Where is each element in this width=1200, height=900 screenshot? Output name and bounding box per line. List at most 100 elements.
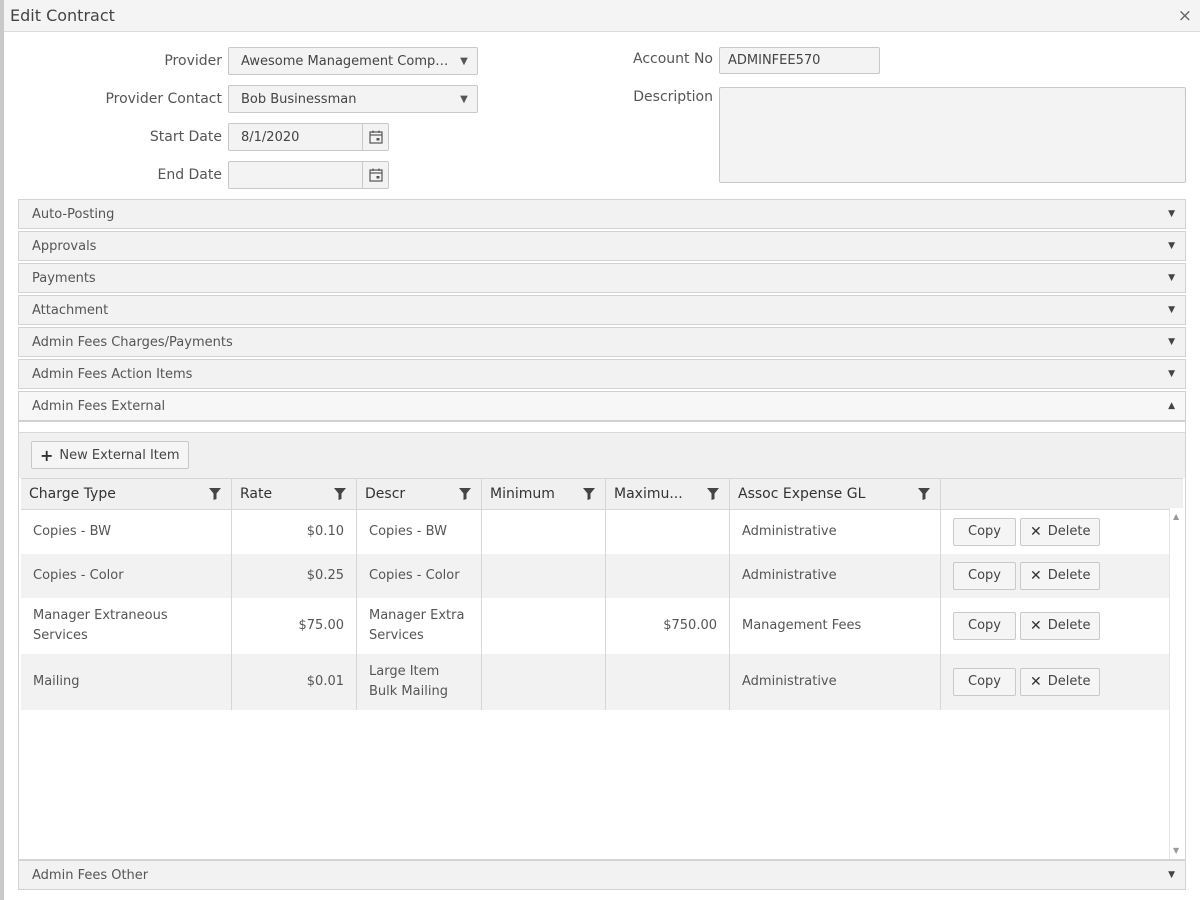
chevron-down-icon: ▼ [1168,273,1175,283]
chevron-down-icon: ▼ [1168,305,1175,315]
filter-icon[interactable] [918,488,930,500]
column-header-label: Minimum [490,486,555,502]
delete-label: Delete [1047,618,1091,633]
description-label: Description [633,89,713,105]
title-bar: Edit Contract × [4,0,1200,32]
grid-header: Charge Type Rate Descr Minimum Maximu...… [21,478,1183,510]
calendar-icon[interactable] [362,124,388,150]
cell-descr: Large Item Bulk Mailing [357,654,482,710]
section-label: Admin Fees External [32,398,166,414]
cell-minimum [482,510,606,554]
section-label: Approvals [32,238,97,254]
section-payments[interactable]: Payments ▼ [18,263,1186,293]
account-no-label: Account No [632,51,713,67]
section-label: Attachment [32,302,109,318]
calendar-icon[interactable] [362,162,388,188]
section-attachment[interactable]: Attachment ▼ [18,295,1186,325]
filter-icon[interactable] [583,488,595,500]
delete-button[interactable]: ✕ Delete [1020,668,1101,696]
cell-actions: Copy ✕ Delete [941,554,1165,598]
section-label: Payments [32,270,96,286]
section-admin-fees-action-items[interactable]: Admin Fees Action Items ▼ [18,359,1186,389]
new-external-item-button[interactable]: + New External Item [31,441,189,469]
provider-label: Provider [164,53,222,69]
filter-icon[interactable] [459,488,471,500]
close-icon[interactable]: × [1178,6,1194,26]
provider-value: Awesome Management Compan... [241,53,451,69]
copy-button[interactable]: Copy [953,612,1016,640]
new-external-item-label: New External Item [59,447,180,463]
section-approvals[interactable]: Approvals ▼ [18,231,1186,261]
cell-maximum [606,654,730,710]
scroll-up-icon[interactable]: ▲ [1173,512,1179,521]
end-date-input[interactable] [228,161,389,189]
edit-contract-dialog: Edit Contract × Provider Awesome Managem… [0,0,1200,900]
close-icon: ✕ [1030,618,1042,634]
cell-rate: $0.25 [232,554,357,598]
cell-minimum [482,554,606,598]
column-header-rate[interactable]: Rate [232,479,357,509]
cell-minimum [482,598,606,654]
section-admin-fees-external[interactable]: Admin Fees External ▲ [18,391,1186,421]
section-label: Auto-Posting [32,206,115,222]
column-header-assoc-expense-gl[interactable]: Assoc Expense GL [730,479,941,509]
column-header-descr[interactable]: Descr [357,479,482,509]
delete-button[interactable]: ✕ Delete [1020,518,1101,546]
grid-scrollbar[interactable]: ▲ ▼ [1169,508,1185,859]
section-label: Admin Fees Other [32,867,149,883]
cell-charge-type: Mailing [21,654,232,710]
chevron-down-icon: ▼ [1168,209,1175,219]
filter-icon[interactable] [209,488,221,500]
copy-button[interactable]: Copy [953,668,1016,696]
cell-maximum [606,510,730,554]
column-header-label: Assoc Expense GL [738,486,866,502]
section-auto-posting[interactable]: Auto-Posting ▼ [18,199,1186,229]
start-date-input[interactable]: 8/1/2020 [228,123,389,151]
provider-contact-label: Provider Contact [105,91,222,107]
copy-button[interactable]: Copy [953,562,1016,590]
dialog-title: Edit Contract [10,6,115,25]
chevron-down-icon: ▼ [1168,870,1175,880]
filter-icon[interactable] [334,488,346,500]
delete-button[interactable]: ✕ Delete [1020,612,1101,640]
cell-descr: Copies - BW [357,510,482,554]
section-admin-fees-charges-payments[interactable]: Admin Fees Charges/Payments ▼ [18,327,1186,357]
cell-assoc-expense-gl: Management Fees [730,598,941,654]
description-value [720,88,1185,98]
close-icon: ✕ [1030,568,1042,584]
chevron-down-icon: ▼ [1168,369,1175,379]
cell-assoc-expense-gl: Administrative [730,654,941,710]
account-no-input[interactable]: ADMINFEE570 [719,47,880,74]
provider-select[interactable]: Awesome Management Compan... ▼ [228,47,478,75]
section-admin-fees-other[interactable]: Admin Fees Other ▼ [18,860,1186,890]
chevron-down-icon: ▼ [1168,241,1175,251]
delete-label: Delete [1047,674,1091,689]
close-icon: ✕ [1030,674,1042,690]
end-date-label: End Date [157,167,222,183]
cell-actions: Copy ✕ Delete [941,510,1165,554]
filter-icon[interactable] [707,488,719,500]
delete-button[interactable]: ✕ Delete [1020,562,1101,590]
provider-contact-select[interactable]: Bob Businessman ▼ [228,85,478,113]
scroll-down-icon[interactable]: ▼ [1173,846,1179,855]
cell-maximum: $750.00 [606,598,730,654]
cell-rate: $75.00 [232,598,357,654]
account-no-value: ADMINFEE570 [728,53,821,68]
copy-button[interactable]: Copy [953,518,1016,546]
column-header-maximum[interactable]: Maximu... [606,479,730,509]
chevron-up-icon: ▲ [1168,401,1175,411]
column-header-label: Charge Type [29,486,116,502]
cell-assoc-expense-gl: Administrative [730,554,941,598]
cell-descr: Copies - Color [357,554,482,598]
column-header-minimum[interactable]: Minimum [482,479,606,509]
table-row: Copies - BW $0.10 Copies - BW Administra… [21,510,1183,554]
cell-assoc-expense-gl: Administrative [730,510,941,554]
column-header-actions [941,479,1165,509]
description-textarea[interactable] [719,87,1186,183]
external-items-grid: Charge Type Rate Descr Minimum Maximu...… [21,478,1183,710]
chevron-down-icon: ▼ [460,93,468,105]
column-header-label: Rate [240,486,273,502]
cell-actions: Copy ✕ Delete [941,598,1165,654]
cell-descr: Manager Extra Services [357,598,482,654]
column-header-charge-type[interactable]: Charge Type [21,479,232,509]
